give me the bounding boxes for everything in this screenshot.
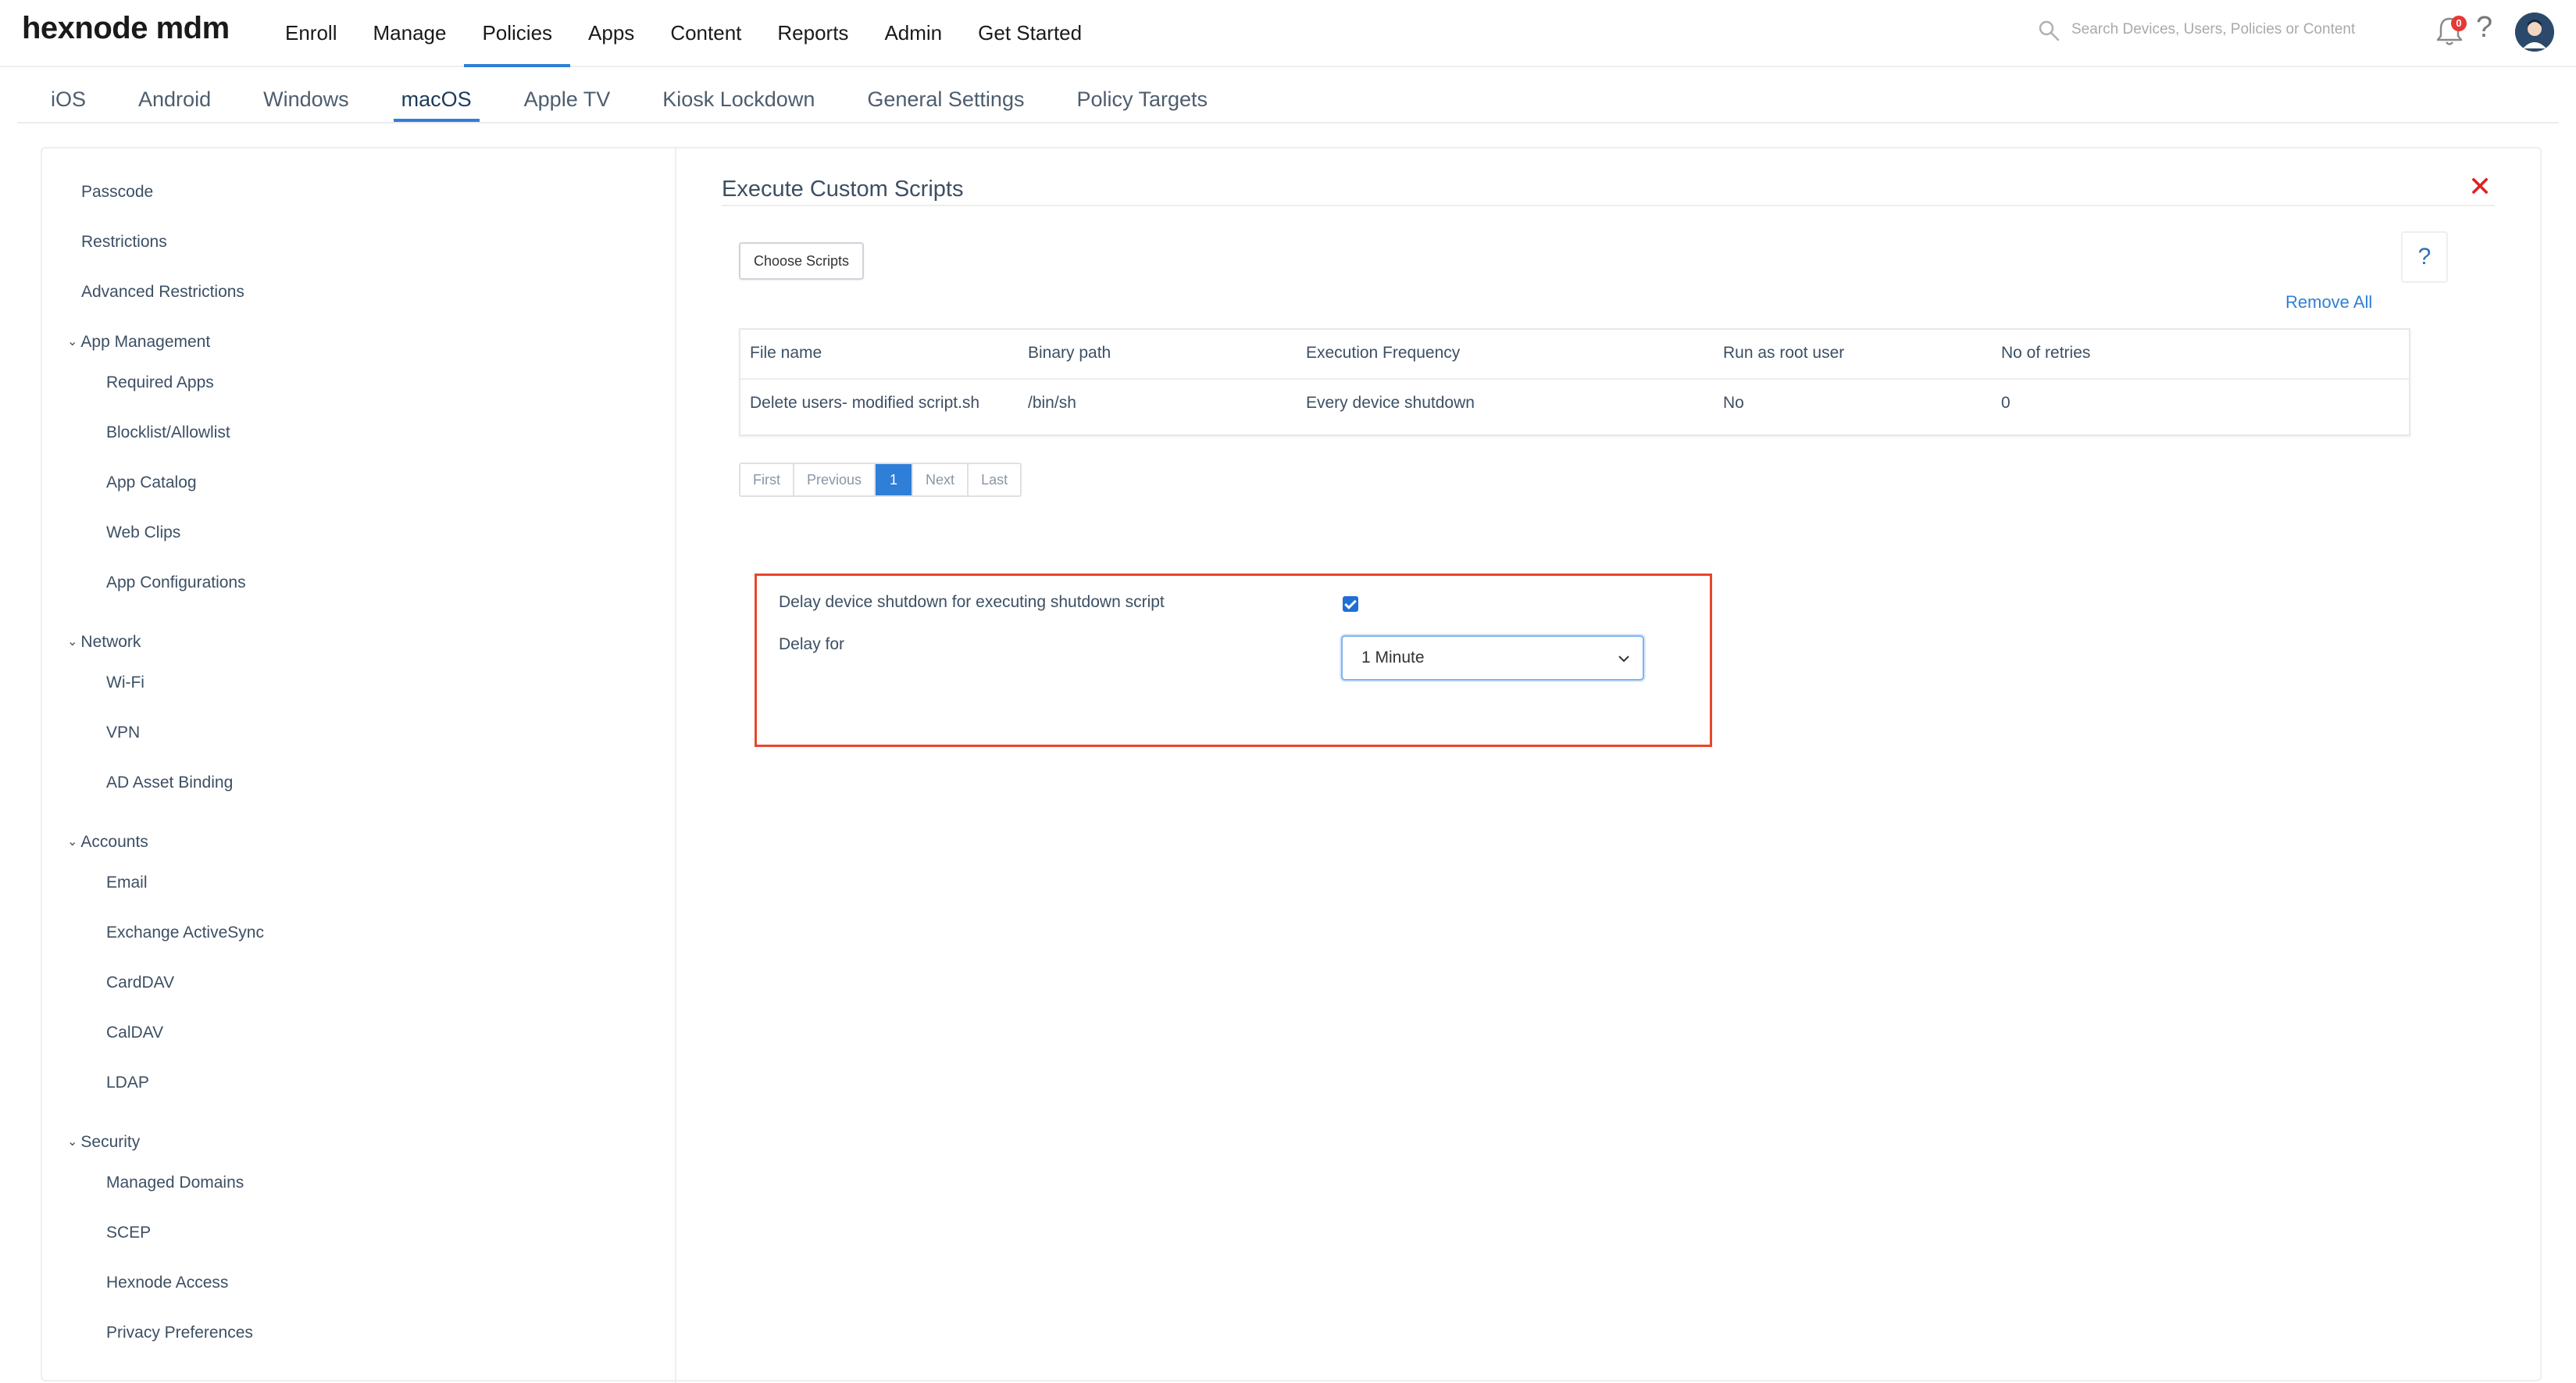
help-icon[interactable]: ?: [2476, 11, 2492, 45]
delay-shutdown-label: Delay device shutdown for executing shut…: [779, 593, 1165, 611]
delay-duration-select[interactable]: 1 Minute: [1341, 635, 1644, 681]
brand-logo[interactable]: hexnode mdm: [22, 11, 230, 46]
policy-content: Execute Custom Scripts ✕ Choose Scripts …: [678, 148, 2540, 1380]
sidebar-group-label: Security: [80, 1133, 141, 1151]
choose-scripts-button[interactable]: Choose Scripts: [739, 242, 864, 280]
column-header-execution-frequency: Execution Frequency: [1306, 344, 1461, 362]
pagination-next[interactable]: Next: [913, 464, 969, 495]
sidebar-item-ldap[interactable]: LDAP: [106, 1074, 149, 1092]
close-icon[interactable]: ✕: [2468, 170, 2492, 203]
sidebar-group-label: App Management: [80, 333, 211, 351]
policy-sidebar: Passcode Restrictions Advanced Restricti…: [42, 148, 676, 1383]
nav-reports[interactable]: Reports: [759, 0, 866, 67]
sidebar-item-passcode[interactable]: Passcode: [81, 183, 153, 202]
nav-apps[interactable]: Apps: [570, 0, 652, 67]
title-divider: [722, 205, 2495, 206]
delay-for-label: Delay for: [779, 635, 845, 653]
sidebar-item-email[interactable]: Email: [106, 874, 148, 892]
chevron-down-icon: ⌄: [67, 835, 78, 849]
search-icon[interactable]: [2037, 19, 2060, 42]
delay-shutdown-section: Delay device shutdown for executing shut…: [755, 574, 1712, 747]
sidebar-item-ad-asset-binding[interactable]: AD Asset Binding: [106, 774, 233, 792]
table-header: File name Binary path Execution Frequenc…: [740, 330, 2409, 380]
sidebar-item-required-apps[interactable]: Required Apps: [106, 373, 214, 392]
chevron-down-icon: ⌄: [67, 1135, 78, 1149]
nav-admin[interactable]: Admin: [866, 0, 960, 67]
column-header-run-as-root: Run as root user: [1723, 344, 1845, 362]
cell-run-as-root: No: [1723, 394, 1744, 412]
tab-policy-targets[interactable]: Policy Targets: [1076, 69, 1208, 122]
sidebar-item-carddav[interactable]: CardDAV: [106, 974, 174, 992]
sidebar-item-caldav[interactable]: CalDAV: [106, 1024, 163, 1042]
sidebar-group-label: Accounts: [80, 833, 148, 851]
panel-title: Execute Custom Scripts: [722, 177, 964, 202]
sidebar-item-exchange-activesync[interactable]: Exchange ActiveSync: [106, 924, 264, 942]
pagination-current-page[interactable]: 1: [876, 464, 914, 495]
pagination-last[interactable]: Last: [969, 464, 1020, 495]
delay-shutdown-checkbox[interactable]: [1343, 596, 1358, 612]
tab-windows[interactable]: Windows: [263, 69, 349, 122]
user-avatar-icon: [2515, 13, 2554, 52]
sidebar-item-privacy-preferences[interactable]: Privacy Preferences: [106, 1324, 253, 1342]
nav-enroll[interactable]: Enroll: [267, 0, 355, 67]
tab-android[interactable]: Android: [138, 69, 211, 122]
sidebar-item-app-catalog[interactable]: App Catalog: [106, 474, 197, 492]
sidebar-item-restrictions[interactable]: Restrictions: [81, 233, 167, 252]
scripts-table: File name Binary path Execution Frequenc…: [739, 328, 2410, 436]
pagination-previous[interactable]: Previous: [794, 464, 876, 495]
column-header-retries: No of retries: [2001, 344, 2091, 362]
avatar[interactable]: [2515, 13, 2554, 52]
nav-policies[interactable]: Policies: [464, 0, 570, 67]
notification-badge: 0: [2451, 16, 2467, 31]
tab-macos[interactable]: macOS: [393, 69, 480, 122]
tab-ios[interactable]: iOS: [51, 69, 86, 122]
pagination-first[interactable]: First: [740, 464, 794, 495]
nav-content[interactable]: Content: [652, 0, 759, 67]
search-input[interactable]: Search Devices, Users, Policies or Conte…: [2071, 21, 2355, 38]
sidebar-item-vpn[interactable]: VPN: [106, 724, 140, 742]
sidebar-group-security[interactable]: ⌄ Security: [67, 1133, 140, 1152]
delay-duration-value: 1 Minute: [1361, 649, 1425, 666]
cell-execution-frequency: Every device shutdown: [1306, 394, 1475, 412]
cell-binary-path: /bin/sh: [1028, 394, 1076, 412]
chevron-down-icon: ⌄: [67, 635, 78, 649]
policy-container: Passcode Restrictions Advanced Restricti…: [41, 147, 2542, 1383]
pagination: First Previous 1 Next Last: [739, 463, 1022, 497]
top-navbar: hexnode mdm Enroll Manage Policies Apps …: [0, 0, 2576, 67]
sidebar-item-advanced-restrictions[interactable]: Advanced Restrictions: [81, 283, 244, 302]
sidebar-group-accounts[interactable]: ⌄ Accounts: [67, 833, 148, 852]
sidebar-item-blocklist-allowlist[interactable]: Blocklist/Allowlist: [106, 423, 230, 442]
chevron-down-icon: ⌄: [67, 335, 78, 348]
sidebar-group-app-management[interactable]: ⌄ App Management: [67, 333, 210, 352]
sidebar-item-wifi[interactable]: Wi-Fi: [106, 674, 144, 692]
nav-get-started[interactable]: Get Started: [960, 0, 1100, 67]
os-tabs: iOS Android Windows macOS Apple TV Kiosk…: [17, 69, 2559, 123]
sidebar-group-network[interactable]: ⌄ Network: [67, 633, 141, 652]
tab-general-settings[interactable]: General Settings: [867, 69, 1024, 122]
sidebar-item-managed-domains[interactable]: Managed Domains: [106, 1174, 244, 1192]
remove-all-link[interactable]: Remove All: [2285, 292, 2372, 313]
tab-apple-tv[interactable]: Apple TV: [524, 69, 611, 122]
sidebar-group-label: Network: [80, 633, 141, 651]
sidebar-item-app-configurations[interactable]: App Configurations: [106, 574, 246, 592]
sidebar-item-scep[interactable]: SCEP: [106, 1224, 151, 1242]
sidebar-item-web-clips[interactable]: Web Clips: [106, 524, 180, 542]
help-button[interactable]: ?: [2401, 231, 2448, 283]
column-header-file-name: File name: [750, 344, 822, 362]
cell-retries: 0: [2001, 394, 2010, 412]
main-nav: Enroll Manage Policies Apps Content Repo…: [267, 0, 1100, 67]
sidebar-item-hexnode-access[interactable]: Hexnode Access: [106, 1274, 228, 1292]
chevron-down-icon: [1618, 656, 1629, 663]
cell-file-name: Delete users- modified script.sh: [750, 394, 980, 412]
nav-manage[interactable]: Manage: [355, 0, 464, 67]
column-header-binary-path: Binary path: [1028, 344, 1111, 362]
tab-kiosk-lockdown[interactable]: Kiosk Lockdown: [662, 69, 815, 122]
